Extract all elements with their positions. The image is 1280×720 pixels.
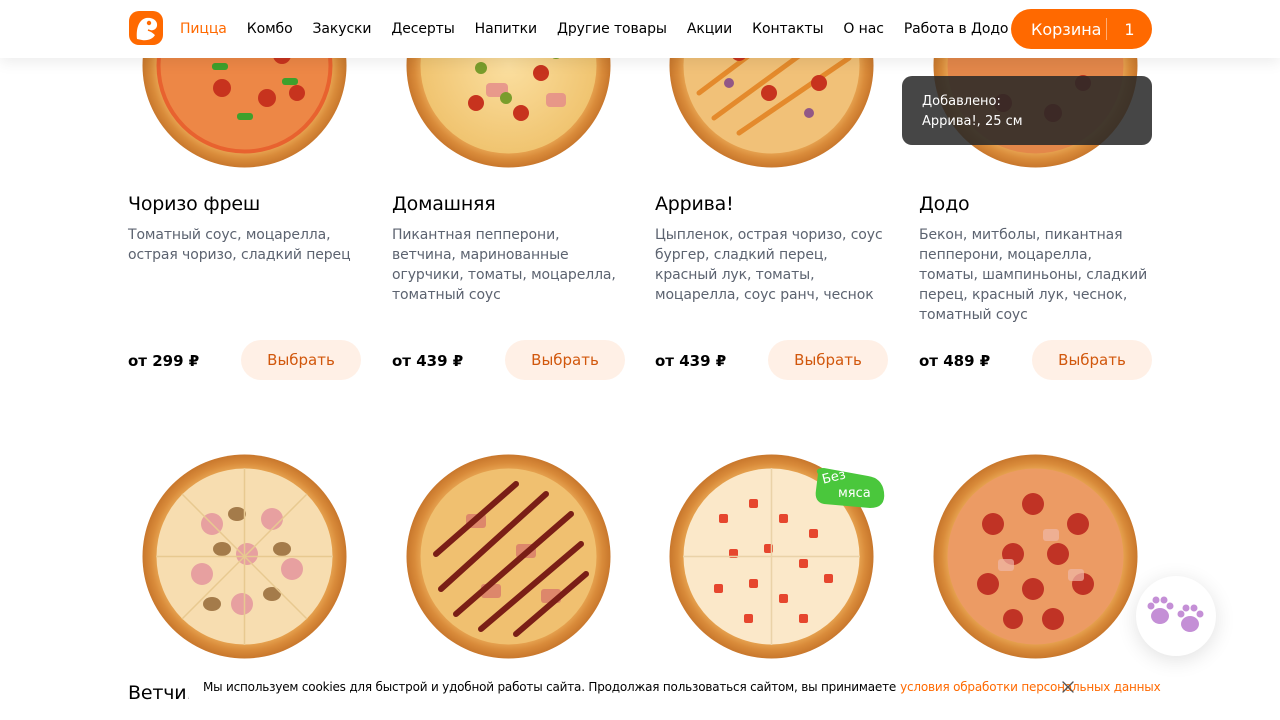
product-title[interactable]: Аррива! xyxy=(655,192,734,216)
toast-title: Добавлено: xyxy=(922,94,1001,109)
product-title[interactable]: Домашняя xyxy=(392,192,496,216)
cart-label: Корзина xyxy=(1031,19,1102,39)
choose-button[interactable]: Выбрать xyxy=(1032,340,1152,380)
pizza-image[interactable] xyxy=(406,454,611,659)
added-to-cart-toast: Добавлено: Аррива!, 25 см xyxy=(902,76,1152,145)
cookie-banner: Мы используем cookies для быстрой и удоб… xyxy=(188,668,1161,706)
product-card[interactable]: Домашняя Пикантная пепперони, ветчина, м… xyxy=(392,0,625,400)
product-card[interactable]: Чоризо фреш Томатный соус, моцарелла, ос… xyxy=(128,0,361,400)
product-title[interactable]: Додо xyxy=(919,192,970,216)
nav-other-goods[interactable]: Другие товары xyxy=(557,21,667,37)
toast-product: Аррива!, 25 см xyxy=(922,114,1023,129)
nav-about[interactable]: О нас xyxy=(843,21,884,37)
product-description: Пикантная пепперони, ветчина, маринованн… xyxy=(392,227,616,303)
choose-button[interactable]: Выбрать xyxy=(241,340,361,380)
product-description: Бекон, митболы, пикантная пепперони, моц… xyxy=(919,227,1148,323)
nav-desserts[interactable]: Десерты xyxy=(391,21,454,37)
product-card[interactable]: Аррива! Цыпленок, острая чоризо, соус бу… xyxy=(655,0,888,400)
chat-widget-button[interactable] xyxy=(1136,576,1216,656)
choose-button[interactable]: Выбрать xyxy=(768,340,888,380)
vegetarian-badge: Без мяса xyxy=(812,466,886,510)
badge-line2: мяса xyxy=(838,486,871,501)
product-description: Томатный соус, моцарелла, острая чоризо,… xyxy=(128,227,351,263)
nav-promos[interactable]: Акции xyxy=(687,21,732,37)
nav-contacts[interactable]: Контакты xyxy=(752,21,823,37)
nav-combo[interactable]: Комбо xyxy=(247,21,293,37)
dodo-logo-icon[interactable] xyxy=(128,10,164,46)
product-price: от 299 ₽ xyxy=(128,352,200,370)
cookie-policy-link[interactable]: условия обработки персональных данных xyxy=(900,680,1161,694)
choose-button[interactable]: Выбрать xyxy=(505,340,625,380)
nav-snacks[interactable]: Закуски xyxy=(313,21,372,37)
main-nav: Пицца Комбо Закуски Десерты Напитки Друг… xyxy=(180,0,1008,58)
site-header: Пицца Комбо Закуски Десерты Напитки Друг… xyxy=(0,0,1280,58)
pizza-image[interactable] xyxy=(142,454,347,659)
product-price: от 439 ₽ xyxy=(392,352,464,370)
product-price: от 489 ₽ xyxy=(919,352,991,370)
nav-jobs[interactable]: Работа в Додо xyxy=(904,21,1009,37)
pizza-image[interactable] xyxy=(933,454,1138,659)
product-title[interactable]: Чоризо фреш xyxy=(128,192,260,216)
nav-drinks[interactable]: Напитки xyxy=(475,21,537,37)
close-icon[interactable] xyxy=(1060,679,1076,695)
product-description: Цыпленок, острая чоризо, соус бургер, сл… xyxy=(655,227,883,303)
nav-pizza[interactable]: Пицца xyxy=(180,21,227,37)
cart-button[interactable]: Корзина 1 xyxy=(1011,9,1152,49)
cart-count: 1 xyxy=(1124,19,1135,39)
paw-icon xyxy=(1147,596,1204,632)
product-card[interactable]: Додо Бекон, митболы, пикантная пепперони… xyxy=(919,0,1152,400)
product-price: от 439 ₽ xyxy=(655,352,727,370)
cookie-text: Мы используем cookies для быстрой и удоб… xyxy=(203,680,897,694)
